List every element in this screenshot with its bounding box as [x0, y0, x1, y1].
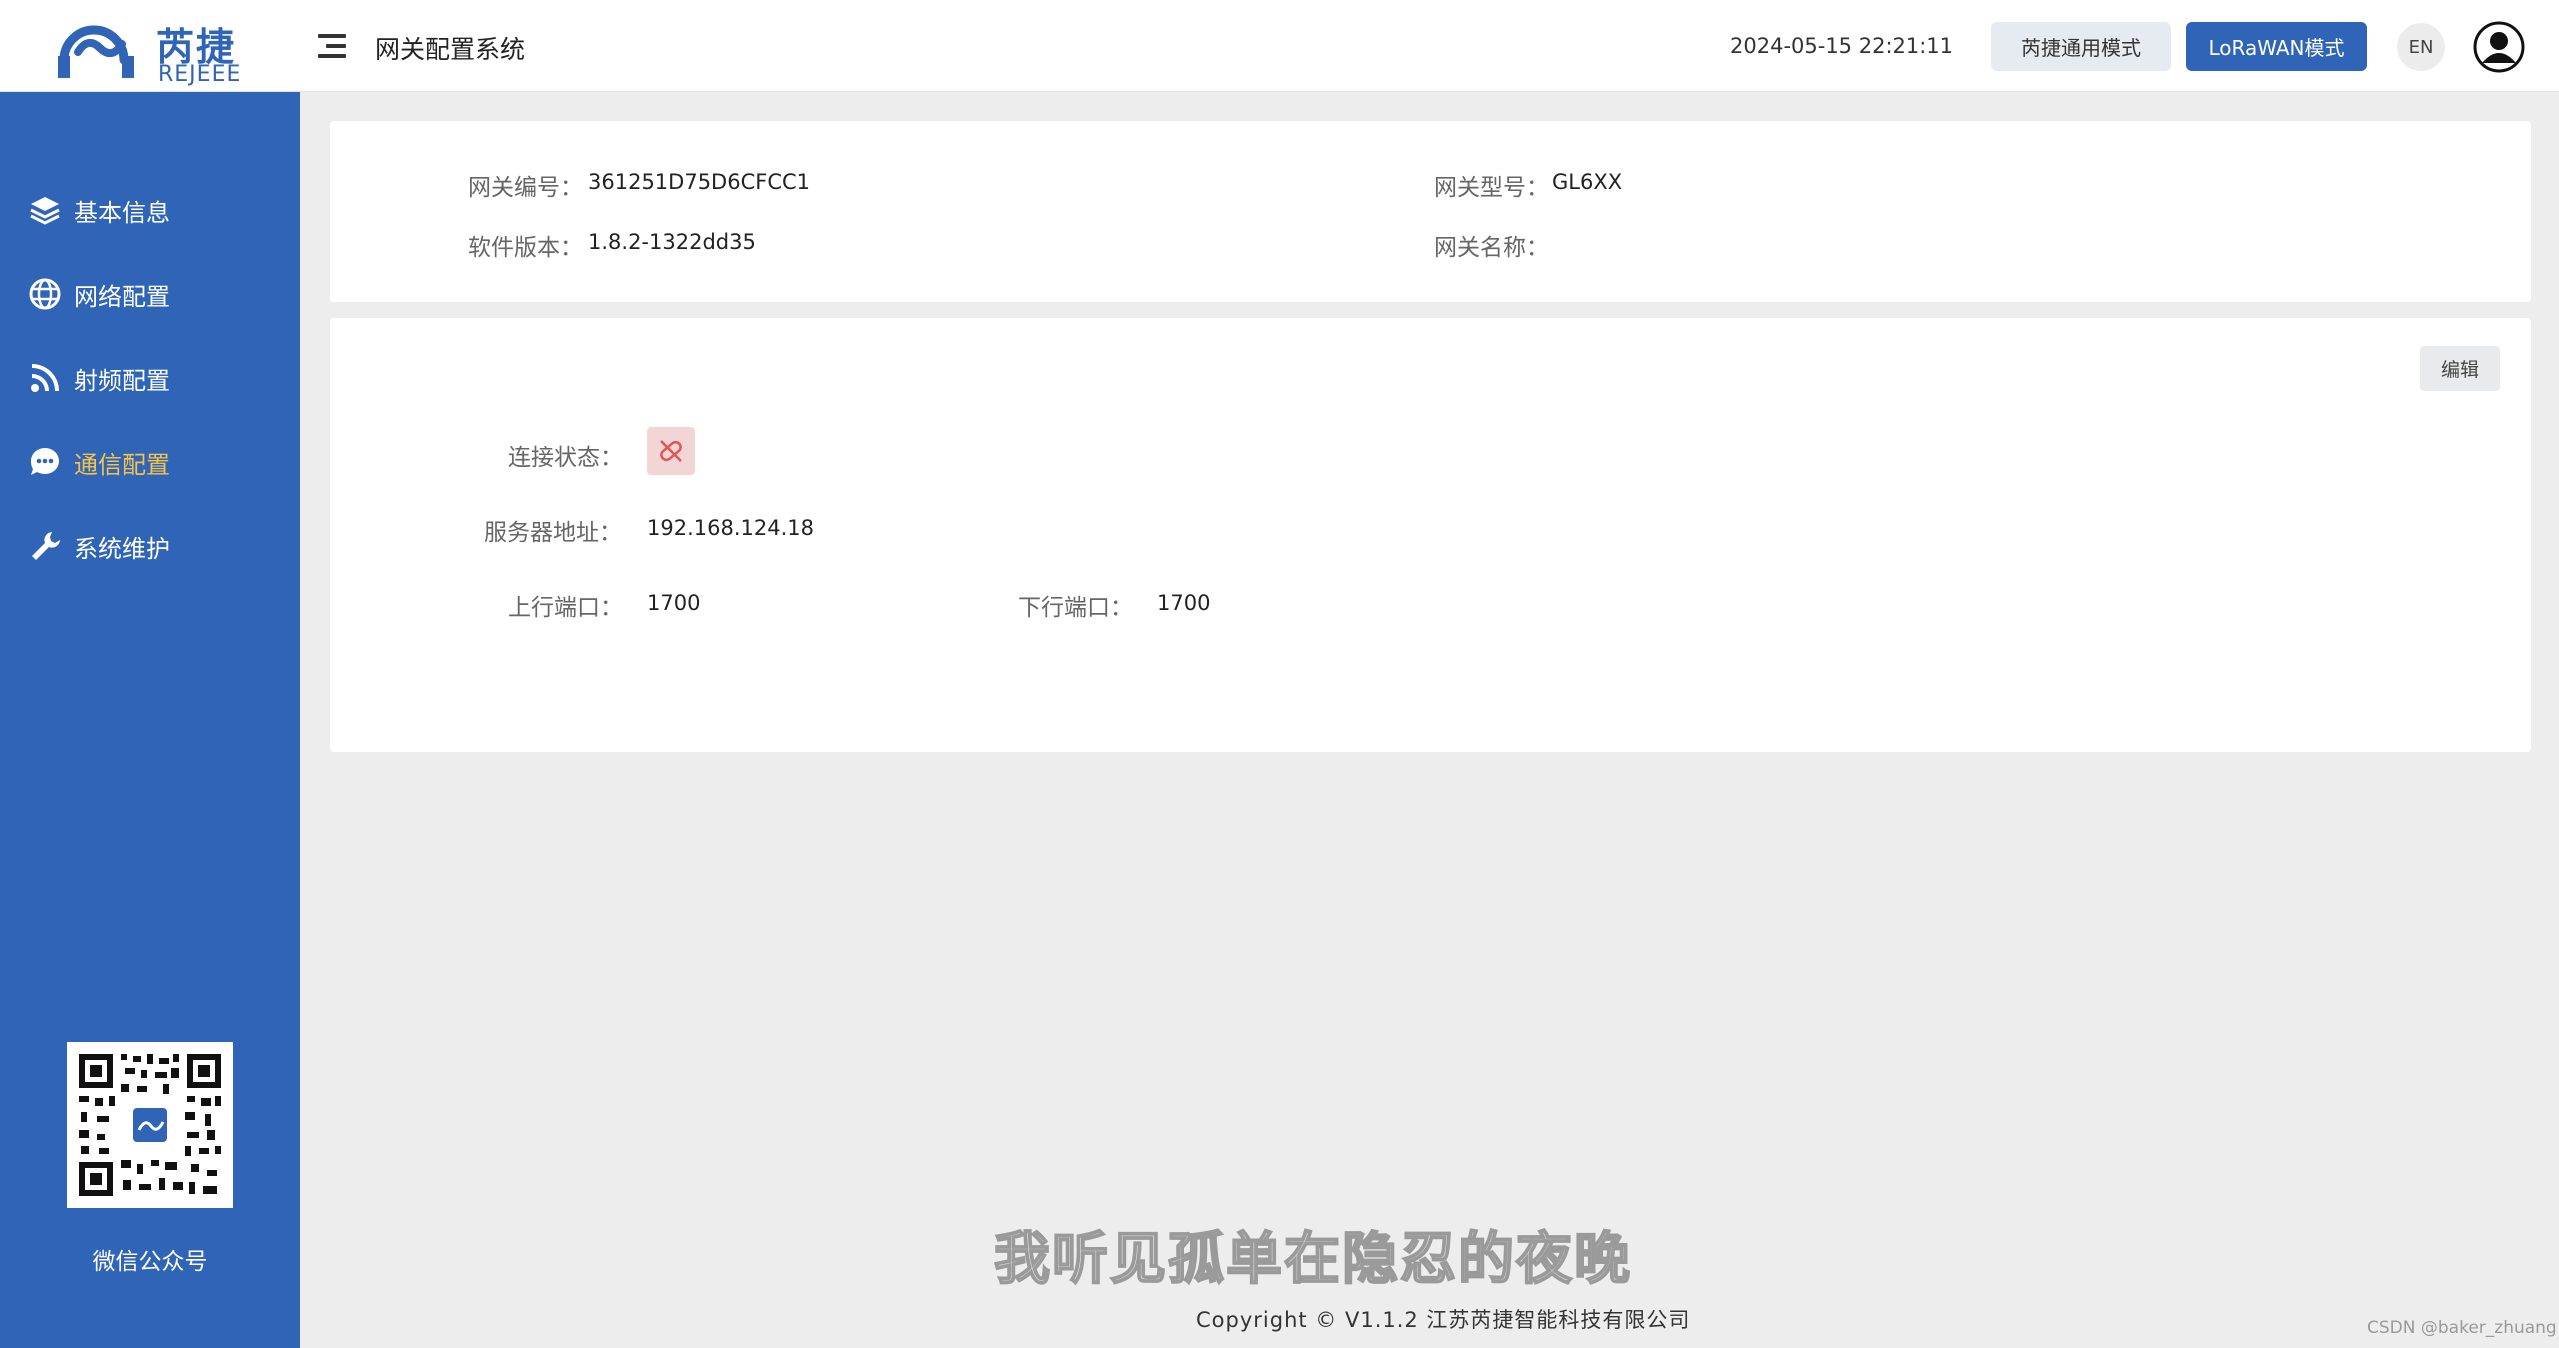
- sidebar-item-network[interactable]: 网络配置: [0, 264, 300, 324]
- software-version-value: 1.8.2-1322dd35: [588, 230, 756, 254]
- sidebar-item-label: 基本信息: [74, 198, 170, 227]
- sidebar-item-rf[interactable]: 射频配置: [0, 348, 300, 408]
- sidebar-item-label: 系统维护: [74, 534, 170, 563]
- system-title: 网关配置系统: [375, 35, 526, 64]
- server-address-label: 服务器地址：: [484, 520, 622, 546]
- logo-mark-icon: [58, 25, 134, 78]
- disconnected-icon: [660, 440, 682, 462]
- downlink-port-label: 下行端口：: [1018, 595, 1133, 621]
- downlink-port-value: 1700: [1157, 591, 1211, 615]
- wrench-icon: [32, 532, 60, 560]
- chat-icon: [31, 448, 59, 475]
- server-address-value: 192.168.124.18: [647, 516, 814, 540]
- sidebar-item-maintenance[interactable]: 系统维护: [0, 516, 300, 576]
- gateway-model-label: 网关型号：: [1434, 175, 1549, 201]
- edit-button[interactable]: 编辑: [2420, 346, 2500, 391]
- menu-toggle-icon[interactable]: [318, 34, 348, 58]
- logo-text-en: REJEEE: [158, 62, 242, 87]
- connection-status-indicator: [647, 427, 695, 475]
- uplink-port-label: 上行端口：: [508, 595, 623, 621]
- video-subtitle-overlay: 我听见孤单在隐忍的夜晚: [993, 1226, 1632, 1293]
- gateway-info-card: [330, 121, 2531, 302]
- general-mode-button[interactable]: 芮捷通用模式: [1991, 22, 2171, 71]
- rss-icon: [31, 364, 59, 392]
- globe-icon: [29, 278, 61, 310]
- datetime-display: 2024-05-15 22:21:11: [1730, 34, 1954, 58]
- gateway-name-label: 网关名称：: [1434, 235, 1549, 261]
- language-switch-button[interactable]: EN: [2397, 23, 2445, 71]
- watermark-text: CSDN @baker_zhuang: [2367, 1318, 2557, 1338]
- sidebar-item-basic-info[interactable]: 基本信息: [0, 180, 300, 240]
- sidebar-item-label: 通信配置: [74, 450, 170, 479]
- wechat-qr-code: [67, 1042, 233, 1208]
- gateway-model-value: GL6XX: [1552, 170, 1623, 194]
- lorawan-mode-button[interactable]: LoRaWAN模式: [2186, 22, 2367, 71]
- qr-code-label: 微信公众号: [92, 1249, 208, 1275]
- sidebar-item-label: 网络配置: [74, 282, 170, 311]
- connection-status-label: 连接状态：: [508, 445, 623, 471]
- gateway-id-label: 网关编号：: [468, 175, 583, 201]
- sidebar-item-label: 射频配置: [74, 366, 170, 395]
- gateway-id-value: 361251D75D6CFCC1: [588, 170, 811, 194]
- user-avatar-icon[interactable]: [2473, 21, 2525, 73]
- layers-icon: [30, 197, 60, 225]
- sidebar-item-communication[interactable]: 通信配置: [0, 432, 300, 492]
- copyright-text: Copyright © V1.1.2 江苏芮捷智能科技有限公司: [1196, 1308, 1691, 1332]
- software-version-label: 软件版本：: [468, 235, 583, 261]
- uplink-port-value: 1700: [647, 591, 701, 615]
- top-header: 芮捷 REJEEE 网关配置系统 2024-05-15 22:21:11 芮捷通…: [0, 0, 2559, 92]
- sidebar: 基本信息 网络配置 射频配置 通信配置 系统维护 微信公众号: [0, 92, 300, 1348]
- brand-logo[interactable]: 芮捷 REJEEE: [56, 12, 246, 87]
